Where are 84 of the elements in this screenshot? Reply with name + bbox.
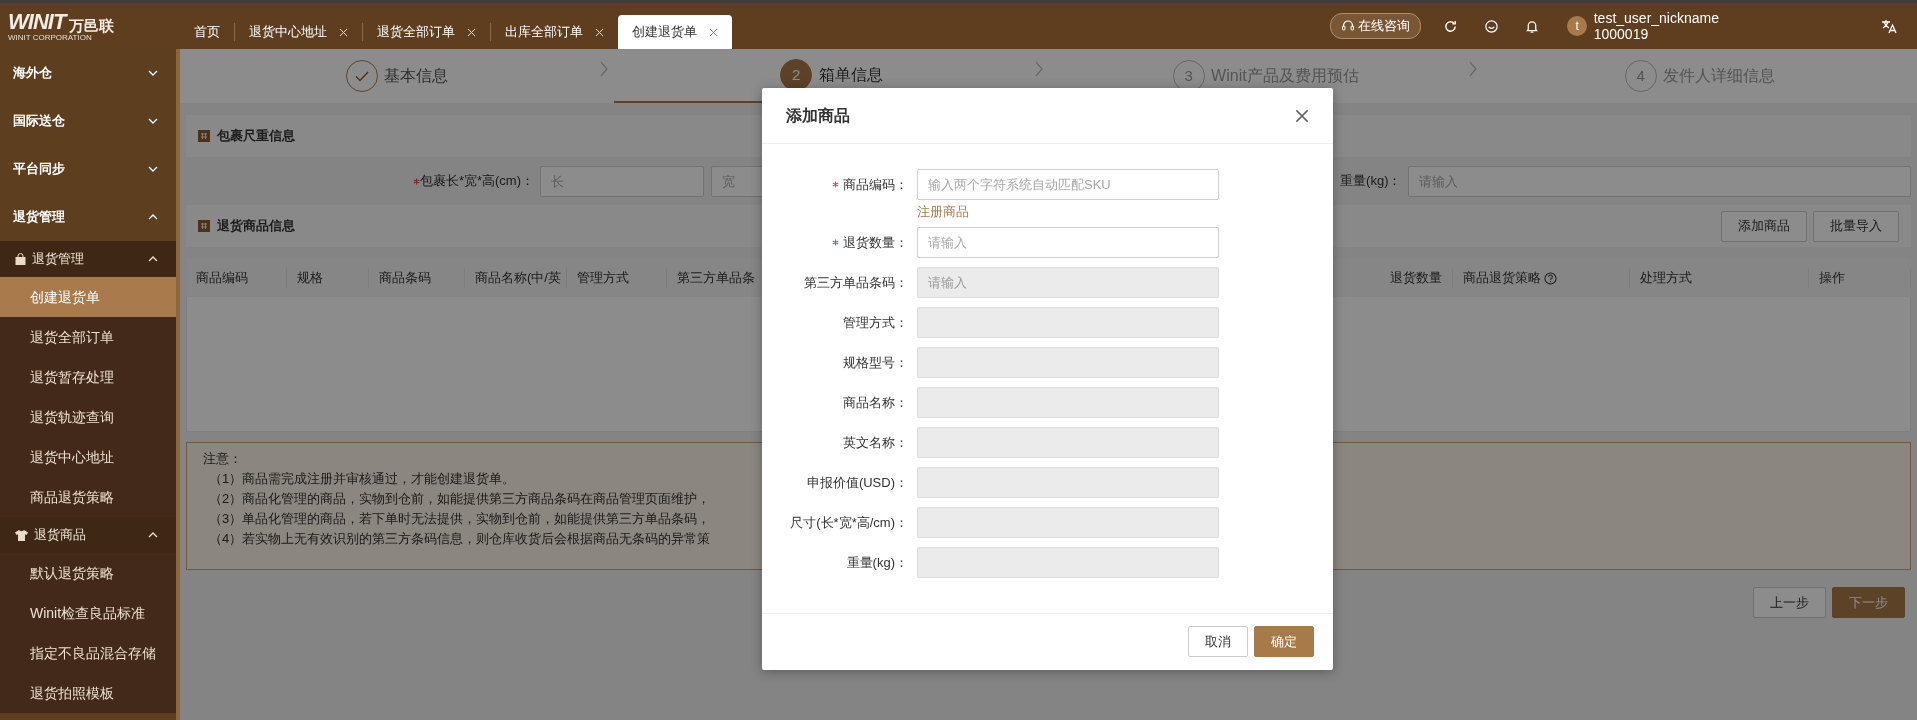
- sidebar-group[interactable]: 退货商品: [0, 517, 176, 553]
- logo[interactable]: WINIT万邑联 WINIT CORPORATION: [0, 10, 180, 42]
- field-label: 规格型号：: [843, 353, 908, 372]
- column-header: 商品退货策略: [1463, 269, 1541, 288]
- field-label: 申报价值(USD)：: [806, 473, 908, 492]
- button[interactable]: 添加商品: [1720, 210, 1807, 242]
- tab[interactable]: 退货中心地址: [234, 23, 362, 41]
- column-header: 规格: [287, 268, 369, 288]
- section-title: 退货商品信息: [216, 217, 295, 236]
- close-icon[interactable]: [709, 27, 718, 37]
- chevron-right-icon: [1034, 61, 1043, 77]
- help-icon[interactable]: [1544, 271, 1558, 285]
- chevron-down-icon: [148, 118, 158, 124]
- dialog-title: 添加商品: [786, 105, 850, 126]
- sidebar-group[interactable]: 退货管理: [0, 241, 176, 277]
- refresh-icon[interactable]: [1443, 18, 1459, 34]
- notes-title: 注意：: [203, 450, 242, 468]
- avatar[interactable]: t: [1567, 16, 1588, 36]
- tab[interactable]: 首页: [180, 15, 234, 49]
- note-text: （3）单品化管理的商品，若下单时无法提供，实物到仓前，如能提供第三方单品条码，: [208, 510, 711, 528]
- column-header: 处理方式: [1640, 269, 1692, 288]
- column-header: 管理方式: [567, 268, 667, 288]
- sidebar-item[interactable]: 创建退货单: [0, 277, 176, 317]
- field-label: 商品编码：: [843, 175, 908, 194]
- section-title: 包裹尺重信息: [216, 127, 295, 146]
- step-label: Winit产品及费用预估: [1211, 66, 1359, 86]
- step-label: 箱单信息: [818, 65, 883, 85]
- note-text: （2）商品化管理的商品，实物到仓前，如能提供第三方商品条码在商品管理页面维护，: [208, 490, 711, 508]
- headset-icon: [1340, 19, 1355, 33]
- confirm-button[interactable]: 确定: [1254, 626, 1314, 657]
- step-circle: 2: [780, 59, 813, 91]
- close-icon[interactable]: [1295, 108, 1309, 123]
- column-header: 商品编码: [186, 268, 287, 288]
- user-id: 1000019: [1593, 26, 1650, 42]
- field-label: 重量(kg)：: [1340, 172, 1402, 191]
- chevron-up-icon: [148, 256, 158, 262]
- field-label: 退货数量：: [843, 233, 908, 252]
- sidebar-item[interactable]: 商品退货策略: [0, 477, 176, 517]
- consult-button[interactable]: 在线咨询: [1329, 13, 1422, 39]
- field-label: 尺寸(长*宽*高/cm)：: [790, 513, 908, 532]
- input-field[interactable]: 输入两个字符系统自动匹配SKU: [917, 169, 1219, 200]
- translate-icon[interactable]: [1881, 18, 1897, 34]
- chevron-right-icon: [600, 61, 609, 77]
- field-label: 管理方式：: [843, 313, 908, 332]
- note-text: （4）若实物上无有效识别的第三方条码信息，则仓库收货后会根据商品无条码的异常策: [208, 530, 711, 548]
- shirt-icon: [15, 529, 28, 541]
- check-icon: [354, 70, 369, 82]
- register-link[interactable]: 注册商品: [917, 203, 969, 220]
- bell-icon[interactable]: [1525, 18, 1540, 34]
- sidebar-item[interactable]: Winit检查良品标准: [0, 593, 176, 633]
- sidebar-item[interactable]: 退货轨迹查询: [0, 397, 176, 437]
- back-button[interactable]: 上一步: [1752, 587, 1826, 618]
- smile-icon[interactable]: [1484, 18, 1500, 34]
- chevron-down-icon: [148, 70, 158, 76]
- user-name: test_user_nickname: [1593, 10, 1719, 26]
- column-header: 商品条码: [369, 268, 465, 288]
- chevron-right-icon: [1468, 61, 1477, 77]
- sidebar-item[interactable]: 退货拍照模板: [0, 673, 176, 713]
- sidebar-item[interactable]: 退货暂存处理: [0, 357, 176, 397]
- chevron-up-icon: [148, 214, 158, 220]
- input-field[interactable]: 请输入: [917, 227, 1219, 258]
- button[interactable]: 批量导入: [1813, 210, 1899, 242]
- sidebar-item[interactable]: 退货中心地址: [0, 437, 176, 477]
- cancel-button[interactable]: 取消: [1187, 626, 1248, 657]
- field-label: 重量(kg)：: [846, 553, 908, 572]
- sidebar-item[interactable]: 指定不良品混合存储: [0, 633, 176, 673]
- field-label: 英文名称：: [843, 433, 908, 452]
- field-label: 商品名称：: [843, 393, 908, 412]
- column-header: 商品名称(中/英: [465, 268, 567, 288]
- tab[interactable]: 创建退货单: [618, 15, 732, 49]
- section-icon: [198, 220, 210, 232]
- field-label: 包裹长*宽*高(cm)：: [419, 172, 534, 191]
- sidebar-item[interactable]: 退货全部订单: [0, 317, 176, 357]
- field-label: 第三方单品条码：: [804, 273, 908, 292]
- chevron-down-icon: [148, 166, 158, 172]
- bag-icon: [15, 253, 26, 265]
- tab[interactable]: 退货全部订单: [362, 23, 490, 41]
- sidebar-item[interactable]: 默认退货策略: [0, 553, 176, 593]
- column-header: 操作: [1819, 269, 1845, 288]
- column-header: 退货数量: [1390, 269, 1442, 288]
- chevron-up-icon: [148, 532, 158, 538]
- step-label: 基本信息: [384, 66, 449, 86]
- section-icon: [198, 130, 210, 142]
- note-text: （1）商品需完成注册并审核通过，才能创建退货单。: [208, 470, 516, 488]
